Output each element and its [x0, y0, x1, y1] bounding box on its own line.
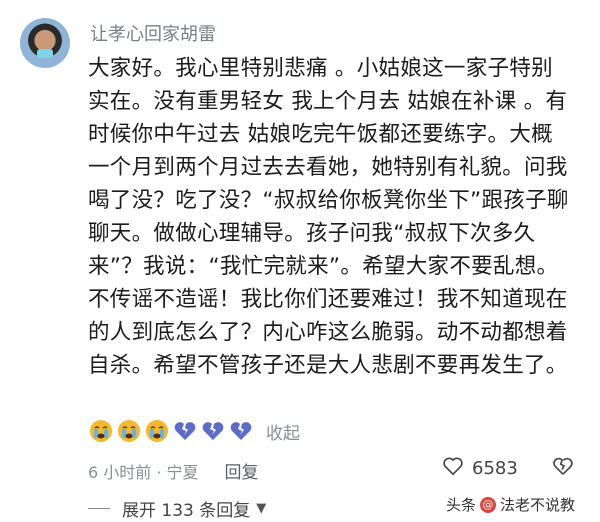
- username[interactable]: 让孝心回家胡雷: [90, 20, 216, 46]
- comment-line: 实在。没有重男轻女 我上个月去 姑娘在补课 。有: [88, 89, 568, 114]
- comment-line: 喝了没？吃了没？“叔叔给你板凳你坐下”跟孩子聊: [88, 188, 569, 213]
- broken-heart-icon: [228, 418, 254, 444]
- comment-line: 的人到底怎么了？内心咋这么脆弱。动不动都想着: [88, 320, 568, 345]
- crying-face-icon: [116, 418, 142, 444]
- heart-icon: [442, 456, 464, 481]
- comment-line: 不传谣不造谣！我比你们还要难过！我不知道现在: [88, 287, 568, 312]
- chevron-down-icon: ▼: [256, 501, 267, 516]
- watermark-platform: 头条: [446, 496, 477, 514]
- like-button[interactable]: 6583: [442, 456, 518, 481]
- like-count: 6583: [472, 458, 518, 479]
- comment-line: 时候你中午过去 姑娘吃完午饭都还要练字。大概: [88, 122, 553, 147]
- comment-line: 大家好。我心里特别悲痛 。小姑娘这一家子特别: [88, 56, 553, 81]
- comment-line: 一个月到两个月过去去看她，她特别有礼貌。问我: [88, 155, 568, 180]
- expand-replies-button[interactable]: 展开 133 条回复 ▼: [88, 496, 266, 521]
- watermark-account: 法老不说教: [500, 496, 576, 514]
- reply-button[interactable]: 回复: [225, 458, 259, 483]
- broken-heart-outline-icon: [552, 457, 574, 480]
- comment-line: 自杀。希望不管孩子还是大人悲剧不要再发生了。: [88, 353, 568, 378]
- comment-body: 大家好。我心里特别悲痛 。小姑娘这一家子特别 实在。没有重男轻女 我上个月去 姑…: [88, 52, 588, 382]
- reaction-emojis: 收起: [88, 418, 300, 444]
- comment-meta: 6 小时前 · 宁夏 回复: [88, 458, 259, 484]
- crying-face-icon: [88, 418, 114, 444]
- at-icon: @: [480, 496, 497, 513]
- broken-heart-icon: [172, 418, 198, 444]
- divider: [88, 508, 110, 509]
- crying-face-icon: [144, 418, 170, 444]
- comment-line: 聊天。做做心理辅导。孩子问我“叔叔下次多久: [88, 221, 536, 246]
- avatar[interactable]: [20, 18, 70, 68]
- broken-heart-icon: [200, 418, 226, 444]
- comment-line: 来”？我说：“我忙完就来”。希望大家不要乱想。: [88, 254, 559, 279]
- collapse-link[interactable]: 收起: [266, 419, 300, 444]
- dislike-button[interactable]: [552, 456, 574, 480]
- watermark: 头条 @ 法老不说教: [446, 494, 576, 515]
- expand-replies-label: 展开 133 条回复: [122, 501, 251, 521]
- timestamp-location: 6 小时前 · 宁夏: [88, 462, 199, 482]
